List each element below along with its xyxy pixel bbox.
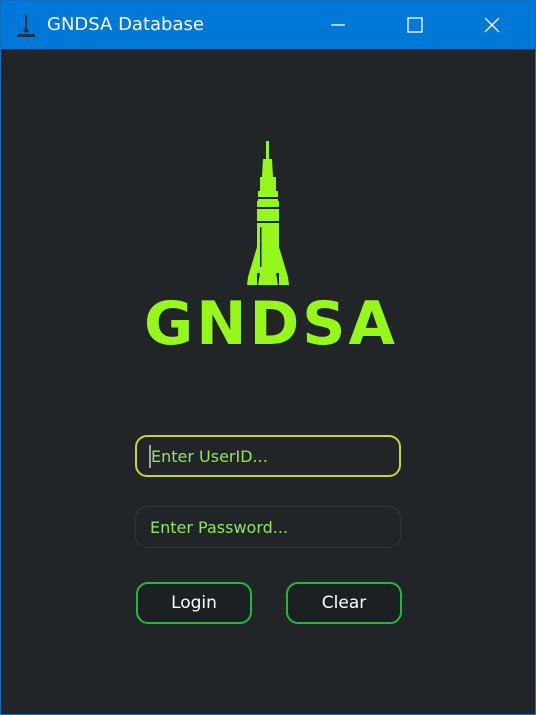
text-caret <box>149 445 151 468</box>
clear-button[interactable]: Clear <box>286 582 402 624</box>
window-title: GNDSA Database <box>47 14 204 35</box>
close-icon <box>484 17 500 33</box>
maximize-button[interactable] <box>392 1 438 49</box>
password-input[interactable] <box>135 506 401 548</box>
minimize-button[interactable] <box>315 1 361 49</box>
maximize-icon <box>407 17 423 33</box>
app-rocket-icon <box>17 13 35 37</box>
title-bar[interactable]: GNDSA Database <box>1 1 535 49</box>
userid-input[interactable] <box>135 435 401 477</box>
close-button[interactable] <box>469 1 515 49</box>
login-button[interactable]: Login <box>136 582 252 624</box>
brand-name: GNDSA <box>144 289 398 359</box>
minimize-icon <box>331 24 345 26</box>
login-window: GNDSA Database GNDSA Enter UserID... Log… <box>0 0 536 715</box>
